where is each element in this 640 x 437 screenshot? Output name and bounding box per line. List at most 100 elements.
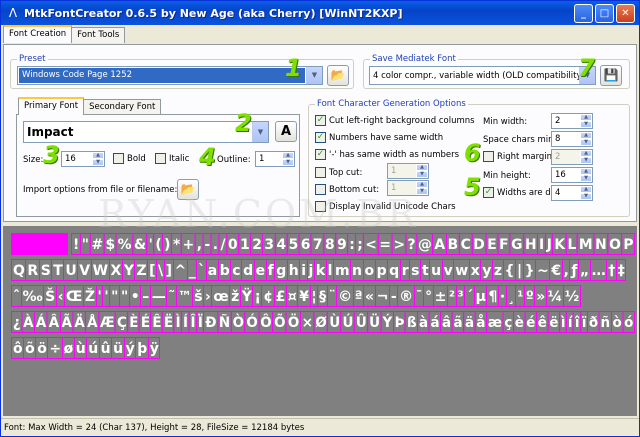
close-button[interactable]: ✕ bbox=[616, 3, 635, 23]
checkbox-box[interactable]: ✓ bbox=[315, 149, 326, 160]
spin-down-icon[interactable]: ▼ bbox=[580, 139, 592, 146]
checkbox-box[interactable]: ✓ bbox=[315, 115, 326, 126]
top-cut-spinner[interactable]: 1 ▲ ▼ bbox=[387, 163, 429, 179]
glyph-cell[interactable]: ó bbox=[622, 311, 635, 333]
font-picker-button[interactable]: A bbox=[275, 121, 297, 142]
glyph-cell[interactable]: N bbox=[593, 233, 609, 255]
glyph-cell[interactable]: æ bbox=[485, 311, 504, 333]
glyph-cell[interactable]: m bbox=[332, 259, 352, 281]
glyph-cell[interactable]: Q bbox=[11, 259, 27, 281]
glyph-cell[interactable]: ~ bbox=[535, 259, 551, 281]
open-folder-button[interactable]: 📂 bbox=[327, 65, 349, 86]
italic-checkbox[interactable]: Italic bbox=[155, 153, 189, 164]
left-bg-checkbox[interactable]: ✓ Cut left-right background columns bbox=[315, 115, 475, 126]
glyph-cell[interactable]: B bbox=[445, 233, 460, 255]
glyph-cell[interactable]: Ö bbox=[285, 311, 301, 333]
spin-down-icon[interactable]: ▼ bbox=[416, 171, 428, 178]
save-format-select[interactable]: 4 color compr., variable width (OLD comp… bbox=[369, 66, 596, 85]
glyph-cell[interactable]: Œ bbox=[64, 285, 84, 307]
glyph-cell[interactable]: n bbox=[350, 259, 364, 281]
glyph-cell[interactable]: & bbox=[132, 233, 148, 255]
glyph-cell[interactable]: À bbox=[21, 311, 35, 333]
glyph-cell[interactable]: S bbox=[38, 259, 53, 281]
glyph-cell[interactable]: Õ bbox=[272, 311, 287, 333]
glyph-cell[interactable]: G bbox=[509, 233, 524, 255]
glyph-cell[interactable]: ‰ bbox=[20, 285, 45, 307]
glyph-cell[interactable]: X bbox=[108, 259, 123, 281]
spin-down-icon[interactable]: ▼ bbox=[580, 121, 592, 128]
glyph-cell[interactable]: Ç bbox=[115, 311, 129, 333]
glyph-cell[interactable]: Ñ bbox=[217, 311, 232, 333]
glyph-cell[interactable]: > bbox=[391, 233, 407, 255]
tab-font-creation[interactable]: Font Creation bbox=[3, 25, 73, 43]
glyph-cell[interactable]: D bbox=[471, 233, 487, 255]
glyph-cell[interactable]: Ó bbox=[244, 311, 260, 333]
space-min-spinner[interactable]: 8 ▲ ▼ bbox=[551, 131, 593, 147]
glyph-cell[interactable]: O bbox=[607, 233, 623, 255]
glyph-cell[interactable]: Ü bbox=[367, 311, 382, 333]
glyph-cell[interactable]: Ø bbox=[313, 311, 329, 333]
dash-same-checkbox[interactable]: ✓ '-' has same width as numbers bbox=[315, 149, 459, 160]
glyph-cell[interactable]: Û bbox=[353, 311, 369, 333]
glyph-cell[interactable]: W bbox=[90, 259, 110, 281]
save-button[interactable]: 💾 bbox=[600, 65, 622, 86]
glyph-cell[interactable]: % bbox=[115, 233, 134, 255]
glyph-cell[interactable]: R bbox=[25, 259, 40, 281]
glyph-cell[interactable]: U bbox=[63, 259, 79, 281]
glyph-cell[interactable]: Ä bbox=[72, 311, 87, 333]
glyph-cell[interactable]: Y bbox=[121, 259, 136, 281]
glyph-cell[interactable]: d bbox=[241, 259, 255, 281]
checkbox-box[interactable]: ✓ bbox=[483, 187, 494, 198]
glyph-cell[interactable]: ¢ bbox=[261, 285, 275, 307]
glyph-cell[interactable]: M bbox=[576, 233, 595, 255]
glyph-cell[interactable]: … bbox=[589, 259, 608, 281]
glyph-cell[interactable]: g bbox=[274, 259, 288, 281]
glyph-cell[interactable]: þ bbox=[135, 337, 149, 359]
glyph-cell[interactable]: u bbox=[429, 259, 443, 281]
glyph-cell[interactable]: H bbox=[523, 233, 539, 255]
glyph-cell[interactable]: ù bbox=[73, 337, 88, 359]
bold-checkbox[interactable]: Bold bbox=[113, 153, 146, 164]
glyph-cell[interactable]: h bbox=[286, 259, 301, 281]
checkbox-box[interactable]: ✓ bbox=[315, 132, 326, 143]
widths-div-spinner[interactable]: 4 ▲ ▼ bbox=[551, 185, 593, 201]
spin-up-icon[interactable]: ▲ bbox=[580, 186, 592, 193]
glyph-cell[interactable]: Ã bbox=[59, 311, 74, 333]
glyph-cell[interactable]: Š bbox=[43, 285, 57, 307]
spin-up-icon[interactable]: ▲ bbox=[580, 168, 592, 175]
numbers-same-checkbox[interactable]: ✓ Numbers have same width bbox=[315, 132, 443, 143]
spin-up-icon[interactable]: ▲ bbox=[92, 152, 104, 159]
chevron-down-icon[interactable]: ▼ bbox=[306, 67, 322, 84]
glyph-cell[interactable]: ¬ bbox=[374, 285, 390, 307]
glyph-cell[interactable]: } bbox=[522, 259, 537, 281]
glyph-cell[interactable]: Ô bbox=[258, 311, 274, 333]
spin-up-icon[interactable]: ▲ bbox=[580, 150, 592, 157]
spin-down-icon[interactable]: ▼ bbox=[282, 159, 294, 166]
glyph-cell[interactable]: q bbox=[387, 259, 401, 281]
glyph-cell[interactable]: ‡ bbox=[615, 259, 627, 281]
title-bar[interactable]: Λ MtkFontCreator 0.6.5 by New Age (aka C… bbox=[1, 1, 639, 25]
min-width-spinner[interactable]: 2 ▲ ▼ bbox=[551, 113, 593, 129]
min-height-spinner[interactable]: 16 ▲ ▼ bbox=[551, 167, 593, 183]
glyph-cell[interactable]: + bbox=[180, 233, 196, 255]
glyph-cell[interactable]: œ bbox=[211, 285, 231, 307]
glyph-cell[interactable]: ú bbox=[86, 337, 100, 359]
glyph-cell[interactable]: Ž bbox=[82, 285, 97, 307]
glyph-cell[interactable]: Þ bbox=[392, 311, 407, 333]
spin-up-icon[interactable]: ▲ bbox=[416, 164, 428, 171]
glyph-cell[interactable]: × bbox=[299, 311, 315, 333]
glyph-cell[interactable]: ½ bbox=[562, 285, 581, 307]
glyph-cell[interactable]: { bbox=[502, 259, 516, 281]
tab-primary-font[interactable]: Primary Font bbox=[18, 97, 85, 115]
glyph-cell[interactable]: A bbox=[432, 233, 447, 255]
checkbox-box[interactable] bbox=[483, 151, 494, 162]
maximize-button[interactable]: □ bbox=[595, 3, 614, 23]
glyph-cell[interactable]: © bbox=[336, 285, 354, 307]
glyph-cell[interactable]: ÷ bbox=[47, 337, 63, 359]
size-spinner[interactable]: 16 ▲ ▼ bbox=[61, 151, 105, 167]
spin-down-icon[interactable]: ▼ bbox=[580, 157, 592, 164]
minimize-button[interactable]: _ bbox=[574, 3, 593, 23]
glyph-cell[interactable]: P bbox=[621, 233, 636, 255]
glyph-cell[interactable]: V bbox=[77, 259, 92, 281]
glyph-cell[interactable]: ÿ bbox=[147, 337, 161, 359]
